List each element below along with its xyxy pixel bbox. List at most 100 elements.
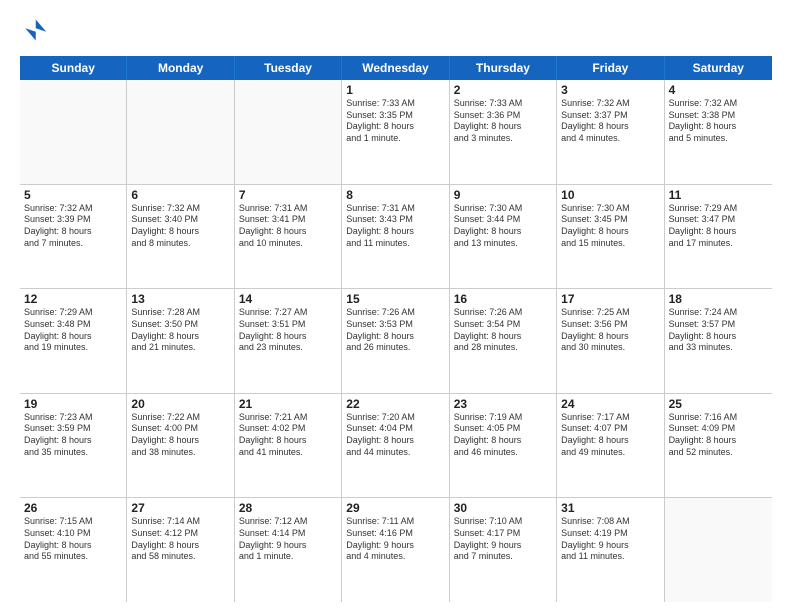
- cell-info: Sunrise: 7:20 AM Sunset: 4:04 PM Dayligh…: [346, 412, 444, 459]
- calendar: SundayMondayTuesdayWednesdayThursdayFrid…: [20, 56, 772, 602]
- day-number: 29: [346, 501, 444, 515]
- day-number: 6: [131, 188, 229, 202]
- calendar-cell-r3c3: 22Sunrise: 7:20 AM Sunset: 4:04 PM Dayli…: [342, 394, 449, 498]
- cell-info: Sunrise: 7:26 AM Sunset: 3:53 PM Dayligh…: [346, 307, 444, 354]
- cell-info: Sunrise: 7:23 AM Sunset: 3:59 PM Dayligh…: [24, 412, 122, 459]
- calendar-cell-r0c6: 4Sunrise: 7:32 AM Sunset: 3:38 PM Daylig…: [665, 80, 772, 184]
- weekday-header-tuesday: Tuesday: [235, 56, 342, 80]
- cell-info: Sunrise: 7:16 AM Sunset: 4:09 PM Dayligh…: [669, 412, 768, 459]
- logo: [20, 16, 52, 44]
- day-number: 4: [669, 83, 768, 97]
- cell-info: Sunrise: 7:28 AM Sunset: 3:50 PM Dayligh…: [131, 307, 229, 354]
- day-number: 18: [669, 292, 768, 306]
- cell-info: Sunrise: 7:10 AM Sunset: 4:17 PM Dayligh…: [454, 516, 552, 563]
- calendar-header: SundayMondayTuesdayWednesdayThursdayFrid…: [20, 56, 772, 80]
- cell-info: Sunrise: 7:29 AM Sunset: 3:47 PM Dayligh…: [669, 203, 768, 250]
- cell-info: Sunrise: 7:12 AM Sunset: 4:14 PM Dayligh…: [239, 516, 337, 563]
- cell-info: Sunrise: 7:32 AM Sunset: 3:40 PM Dayligh…: [131, 203, 229, 250]
- cell-info: Sunrise: 7:29 AM Sunset: 3:48 PM Dayligh…: [24, 307, 122, 354]
- calendar-cell-r0c0: [20, 80, 127, 184]
- cell-info: Sunrise: 7:11 AM Sunset: 4:16 PM Dayligh…: [346, 516, 444, 563]
- calendar-cell-r0c2: [235, 80, 342, 184]
- day-number: 12: [24, 292, 122, 306]
- calendar-cell-r2c0: 12Sunrise: 7:29 AM Sunset: 3:48 PM Dayli…: [20, 289, 127, 393]
- cell-info: Sunrise: 7:30 AM Sunset: 3:45 PM Dayligh…: [561, 203, 659, 250]
- cell-info: Sunrise: 7:15 AM Sunset: 4:10 PM Dayligh…: [24, 516, 122, 563]
- calendar-cell-r3c4: 23Sunrise: 7:19 AM Sunset: 4:05 PM Dayli…: [450, 394, 557, 498]
- logo-icon: [20, 16, 48, 44]
- calendar-cell-r1c6: 11Sunrise: 7:29 AM Sunset: 3:47 PM Dayli…: [665, 185, 772, 289]
- cell-info: Sunrise: 7:19 AM Sunset: 4:05 PM Dayligh…: [454, 412, 552, 459]
- calendar-row-0: 1Sunrise: 7:33 AM Sunset: 3:35 PM Daylig…: [20, 80, 772, 185]
- cell-info: Sunrise: 7:17 AM Sunset: 4:07 PM Dayligh…: [561, 412, 659, 459]
- cell-info: Sunrise: 7:21 AM Sunset: 4:02 PM Dayligh…: [239, 412, 337, 459]
- day-number: 27: [131, 501, 229, 515]
- day-number: 11: [669, 188, 768, 202]
- day-number: 10: [561, 188, 659, 202]
- cell-info: Sunrise: 7:25 AM Sunset: 3:56 PM Dayligh…: [561, 307, 659, 354]
- calendar-cell-r2c4: 16Sunrise: 7:26 AM Sunset: 3:54 PM Dayli…: [450, 289, 557, 393]
- day-number: 30: [454, 501, 552, 515]
- day-number: 2: [454, 83, 552, 97]
- day-number: 1: [346, 83, 444, 97]
- calendar-cell-r0c5: 3Sunrise: 7:32 AM Sunset: 3:37 PM Daylig…: [557, 80, 664, 184]
- calendar-cell-r4c6: [665, 498, 772, 602]
- calendar-row-1: 5Sunrise: 7:32 AM Sunset: 3:39 PM Daylig…: [20, 185, 772, 290]
- cell-info: Sunrise: 7:31 AM Sunset: 3:43 PM Dayligh…: [346, 203, 444, 250]
- calendar-cell-r3c0: 19Sunrise: 7:23 AM Sunset: 3:59 PM Dayli…: [20, 394, 127, 498]
- calendar-cell-r1c5: 10Sunrise: 7:30 AM Sunset: 3:45 PM Dayli…: [557, 185, 664, 289]
- calendar-cell-r4c0: 26Sunrise: 7:15 AM Sunset: 4:10 PM Dayli…: [20, 498, 127, 602]
- weekday-header-thursday: Thursday: [450, 56, 557, 80]
- weekday-header-monday: Monday: [127, 56, 234, 80]
- calendar-cell-r4c3: 29Sunrise: 7:11 AM Sunset: 4:16 PM Dayli…: [342, 498, 449, 602]
- calendar-cell-r2c3: 15Sunrise: 7:26 AM Sunset: 3:53 PM Dayli…: [342, 289, 449, 393]
- day-number: 24: [561, 397, 659, 411]
- calendar-cell-r1c2: 7Sunrise: 7:31 AM Sunset: 3:41 PM Daylig…: [235, 185, 342, 289]
- calendar-cell-r2c5: 17Sunrise: 7:25 AM Sunset: 3:56 PM Dayli…: [557, 289, 664, 393]
- cell-info: Sunrise: 7:22 AM Sunset: 4:00 PM Dayligh…: [131, 412, 229, 459]
- day-number: 16: [454, 292, 552, 306]
- day-number: 19: [24, 397, 122, 411]
- day-number: 7: [239, 188, 337, 202]
- cell-info: Sunrise: 7:32 AM Sunset: 3:37 PM Dayligh…: [561, 98, 659, 145]
- day-number: 14: [239, 292, 337, 306]
- day-number: 25: [669, 397, 768, 411]
- day-number: 8: [346, 188, 444, 202]
- calendar-cell-r3c1: 20Sunrise: 7:22 AM Sunset: 4:00 PM Dayli…: [127, 394, 234, 498]
- calendar-cell-r1c3: 8Sunrise: 7:31 AM Sunset: 3:43 PM Daylig…: [342, 185, 449, 289]
- day-number: 15: [346, 292, 444, 306]
- calendar-cell-r3c2: 21Sunrise: 7:21 AM Sunset: 4:02 PM Dayli…: [235, 394, 342, 498]
- calendar-cell-r3c6: 25Sunrise: 7:16 AM Sunset: 4:09 PM Dayli…: [665, 394, 772, 498]
- calendar-cell-r1c4: 9Sunrise: 7:30 AM Sunset: 3:44 PM Daylig…: [450, 185, 557, 289]
- day-number: 5: [24, 188, 122, 202]
- calendar-cell-r1c0: 5Sunrise: 7:32 AM Sunset: 3:39 PM Daylig…: [20, 185, 127, 289]
- weekday-header-saturday: Saturday: [665, 56, 772, 80]
- calendar-cell-r1c1: 6Sunrise: 7:32 AM Sunset: 3:40 PM Daylig…: [127, 185, 234, 289]
- day-number: 17: [561, 292, 659, 306]
- weekday-header-sunday: Sunday: [20, 56, 127, 80]
- cell-info: Sunrise: 7:14 AM Sunset: 4:12 PM Dayligh…: [131, 516, 229, 563]
- day-number: 31: [561, 501, 659, 515]
- calendar-body: 1Sunrise: 7:33 AM Sunset: 3:35 PM Daylig…: [20, 80, 772, 602]
- calendar-cell-r0c3: 1Sunrise: 7:33 AM Sunset: 3:35 PM Daylig…: [342, 80, 449, 184]
- day-number: 23: [454, 397, 552, 411]
- cell-info: Sunrise: 7:24 AM Sunset: 3:57 PM Dayligh…: [669, 307, 768, 354]
- day-number: 26: [24, 501, 122, 515]
- day-number: 9: [454, 188, 552, 202]
- cell-info: Sunrise: 7:08 AM Sunset: 4:19 PM Dayligh…: [561, 516, 659, 563]
- cell-info: Sunrise: 7:31 AM Sunset: 3:41 PM Dayligh…: [239, 203, 337, 250]
- day-number: 28: [239, 501, 337, 515]
- cell-info: Sunrise: 7:33 AM Sunset: 3:35 PM Dayligh…: [346, 98, 444, 145]
- calendar-cell-r0c1: [127, 80, 234, 184]
- weekday-header-wednesday: Wednesday: [342, 56, 449, 80]
- cell-info: Sunrise: 7:26 AM Sunset: 3:54 PM Dayligh…: [454, 307, 552, 354]
- calendar-cell-r2c1: 13Sunrise: 7:28 AM Sunset: 3:50 PM Dayli…: [127, 289, 234, 393]
- day-number: 21: [239, 397, 337, 411]
- calendar-cell-r2c2: 14Sunrise: 7:27 AM Sunset: 3:51 PM Dayli…: [235, 289, 342, 393]
- day-number: 3: [561, 83, 659, 97]
- calendar-cell-r4c1: 27Sunrise: 7:14 AM Sunset: 4:12 PM Dayli…: [127, 498, 234, 602]
- cell-info: Sunrise: 7:30 AM Sunset: 3:44 PM Dayligh…: [454, 203, 552, 250]
- calendar-row-2: 12Sunrise: 7:29 AM Sunset: 3:48 PM Dayli…: [20, 289, 772, 394]
- calendar-row-3: 19Sunrise: 7:23 AM Sunset: 3:59 PM Dayli…: [20, 394, 772, 499]
- cell-info: Sunrise: 7:32 AM Sunset: 3:39 PM Dayligh…: [24, 203, 122, 250]
